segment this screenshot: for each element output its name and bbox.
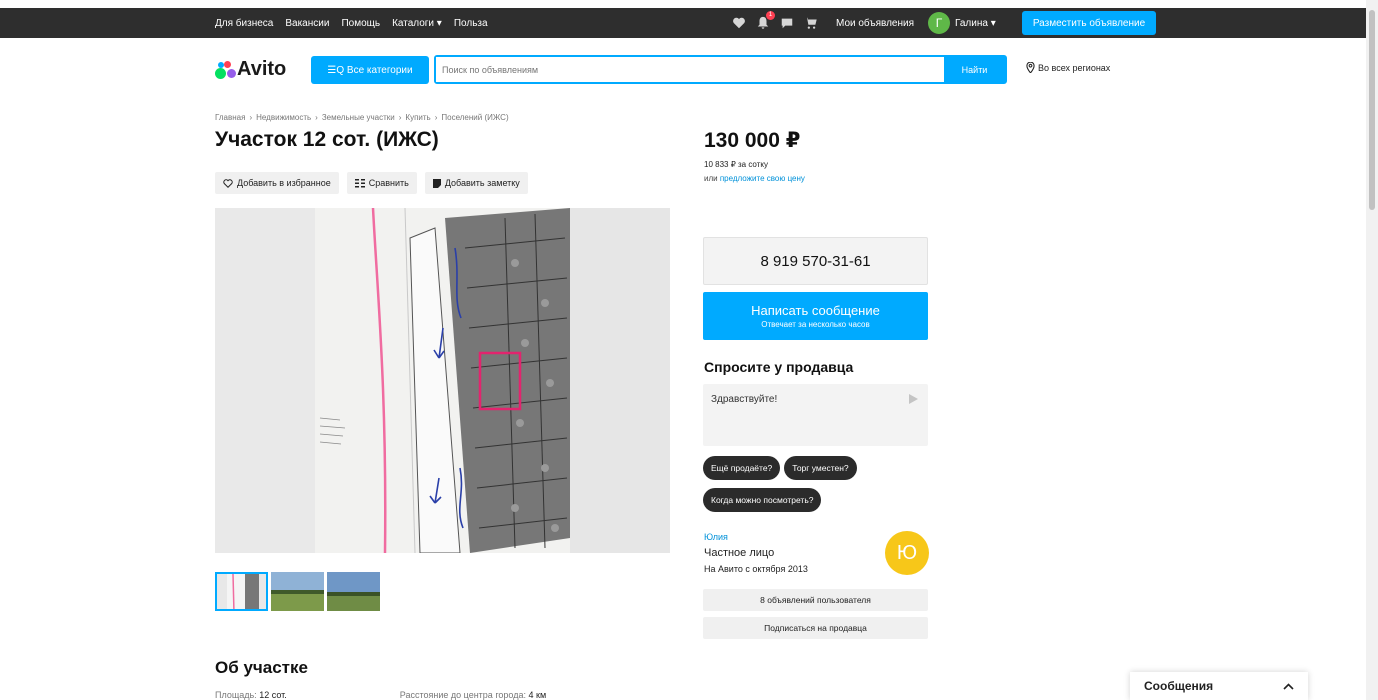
page-title: Участок 12 сот. (ИЖС): [215, 128, 439, 151]
breadcrumb-realty[interactable]: Недвижимость: [256, 113, 311, 122]
page-scrollbar[interactable]: [1366, 0, 1378, 700]
top-bar: Для бизнеса Вакансии Помощь Каталоги ▾ П…: [0, 8, 1366, 38]
distance-value: 4 км: [528, 690, 547, 700]
chat-bubble-icon[interactable]: [780, 16, 794, 30]
user-menu[interactable]: Галина ▾: [955, 18, 996, 29]
ask-seller-text: Здравствуйте!: [711, 394, 778, 405]
listing-actions: Добавить в избранное Сравнить Добавить з…: [215, 172, 528, 194]
notifications-badge: 1: [766, 11, 775, 20]
quick-questions: Ещё продаёте? Торг уместен? Когда можно п…: [703, 456, 933, 520]
quick-question-still-selling[interactable]: Ещё продаёте?: [703, 456, 781, 480]
specs-row: Площадь: 12 сот. Расстояние до центра го…: [215, 690, 675, 700]
seller-name-link[interactable]: Юлия: [704, 532, 728, 542]
add-to-favorites-label: Добавить в избранное: [237, 178, 331, 188]
cadastral-map-image: [215, 208, 670, 553]
seller-since: На Авито с октября 2013: [704, 564, 808, 574]
post-ad-button[interactable]: Разместить объявление: [1022, 11, 1156, 35]
top-link-jobs[interactable]: Вакансии: [285, 18, 329, 29]
add-note-button[interactable]: Добавить заметку: [424, 172, 528, 194]
region-selector[interactable]: Во всех регионах: [1026, 62, 1110, 73]
compare-icon: [354, 178, 365, 187]
response-time-label: Отвечает за несколько часов: [761, 320, 870, 329]
ask-seller-input[interactable]: Здравствуйте!: [703, 384, 928, 446]
send-arrow-icon[interactable]: [909, 394, 918, 404]
subscribe-seller-button[interactable]: Подписаться на продавца: [703, 617, 928, 639]
scrollbar-thumb[interactable]: [1369, 10, 1375, 210]
breadcrumb-settlement[interactable]: Поселений (ИЖС): [441, 113, 508, 122]
note-icon: [432, 178, 441, 188]
my-ads-link[interactable]: Мои объявления: [836, 18, 914, 29]
location-pin-icon: [1026, 62, 1035, 73]
region-label: Во всех регионах: [1038, 62, 1111, 73]
write-message-button[interactable]: Написать сообщение Отвечает за несколько…: [703, 292, 928, 340]
search-button[interactable]: Найти: [944, 57, 1005, 82]
breadcrumb: Главная › Недвижимость › Земельные участки…: [215, 113, 509, 122]
add-to-favorites-button[interactable]: Добавить в избранное: [215, 172, 339, 194]
all-categories-button[interactable]: ☰Q Все категории: [311, 56, 429, 84]
avito-logo-icon: [215, 60, 236, 79]
about-heading: Об участке: [215, 658, 308, 677]
top-link-catalogs[interactable]: Каталоги ▾: [392, 18, 442, 29]
user-avatar[interactable]: Г: [928, 12, 950, 34]
messenger-widget[interactable]: Сообщения: [1130, 672, 1308, 700]
thumbnail-strip: [215, 572, 380, 611]
thumbnail-2[interactable]: [271, 572, 324, 611]
heart-outline-icon: [223, 178, 233, 188]
top-link-help[interactable]: Помощь: [341, 18, 380, 29]
thumbnail-field-image: [327, 572, 380, 611]
quick-question-viewing[interactable]: Когда можно посмотреть?: [703, 488, 822, 512]
messenger-label: Сообщения: [1144, 679, 1214, 693]
thumbnail-map-image: [217, 574, 266, 609]
thumbnail-3[interactable]: [327, 572, 380, 611]
offer-price-text: или предложите свою цену: [704, 174, 805, 183]
area-label: Площадь:: [215, 690, 257, 700]
favorites-heart-icon[interactable]: [732, 16, 746, 30]
offer-prefix: или: [704, 174, 720, 183]
search-bar: Найти: [434, 55, 1007, 84]
price: 130 000 ₽: [704, 129, 801, 152]
distance-label: Расстояние до центра города:: [399, 690, 526, 700]
top-nav: Для бизнеса Вакансии Помощь Каталоги ▾ П…: [215, 8, 488, 38]
notifications-bell-icon[interactable]: 1: [756, 11, 775, 30]
seller-type: Частное лицо: [704, 547, 775, 559]
search-input[interactable]: [436, 57, 944, 82]
top-link-business[interactable]: Для бизнеса: [215, 18, 273, 29]
breadcrumb-land[interactable]: Земельные участки: [322, 113, 395, 122]
area-value: 12 сот.: [259, 690, 287, 700]
price-per-sotka: 10 833 ₽ за сотку: [704, 160, 768, 169]
top-link-benefit[interactable]: Польза: [454, 18, 488, 29]
compare-label: Сравнить: [368, 178, 409, 188]
ask-seller-heading: Спросите у продавца: [704, 359, 854, 375]
chevron-up-icon[interactable]: [1283, 682, 1294, 690]
avito-logo[interactable]: Avito: [215, 58, 286, 81]
compare-button[interactable]: Сравнить: [346, 172, 417, 194]
cart-icon[interactable]: [804, 16, 818, 30]
quick-question-bargain[interactable]: Торг уместен?: [784, 456, 857, 480]
seller-ads-button[interactable]: 8 объявлений пользователя: [703, 589, 928, 611]
write-message-label: Написать сообщение: [751, 303, 880, 318]
avito-logo-text: Avito: [237, 58, 287, 80]
add-note-label: Добавить заметку: [444, 178, 520, 188]
offer-price-link[interactable]: предложите свою цену: [720, 174, 805, 183]
phone-number-button[interactable]: 8 919 570-31-61: [703, 237, 928, 285]
thumbnail-1[interactable]: [215, 572, 268, 611]
thumbnail-field-image: [271, 572, 324, 611]
seller-avatar[interactable]: Ю: [885, 531, 929, 575]
breadcrumb-home[interactable]: Главная: [215, 113, 245, 122]
top-user-area: 1 Мои объявления Г Галина ▾: [732, 8, 996, 38]
main-photo[interactable]: [215, 208, 670, 553]
breadcrumb-buy[interactable]: Купить: [405, 113, 430, 122]
